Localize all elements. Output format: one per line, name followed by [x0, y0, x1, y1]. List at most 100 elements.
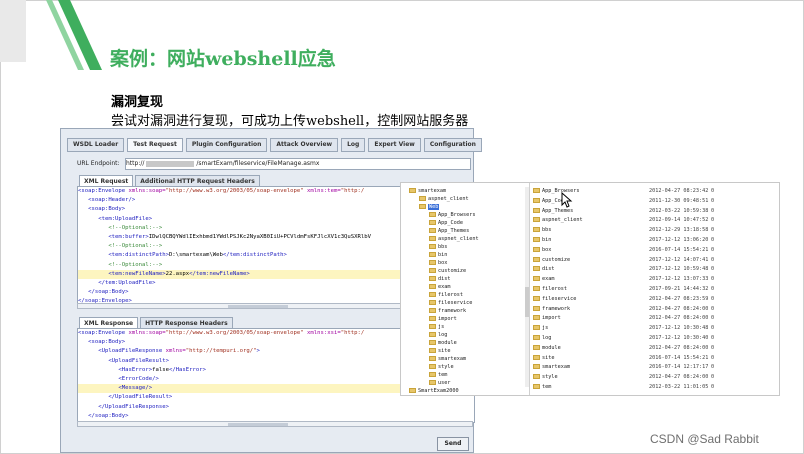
tab-log[interactable]: Log	[341, 138, 366, 152]
file-row[interactable]: filerost 2017-09-21 14:44:32 0	[533, 285, 779, 293]
tree-folder[interactable]: user	[429, 379, 451, 387]
tree-folder[interactable]: filerost	[429, 291, 463, 299]
tree-folder[interactable]: box	[429, 259, 447, 267]
folder-icon	[533, 276, 540, 282]
tree-folder[interactable]: aspnet_client	[429, 235, 479, 243]
tree-folder[interactable]: smartexam	[409, 187, 446, 195]
folder-icon	[429, 236, 436, 241]
folder-icon	[533, 227, 540, 233]
tree-folder[interactable]: js	[429, 323, 444, 331]
tree-folder[interactable]: dist	[429, 275, 451, 283]
folder-icon	[429, 332, 436, 337]
endpoint-label: URL Endpoint:	[77, 160, 120, 167]
tree-folder[interactable]: log	[429, 331, 447, 339]
tree-folder[interactable]: framework	[429, 307, 466, 315]
endpoint-input[interactable]: http:// /smartExam/fileservice/FileManage…	[125, 158, 471, 170]
tab-test-request[interactable]: Test Request	[127, 138, 183, 152]
folder-icon	[429, 348, 436, 353]
file-row[interactable]: style 2012-04-27 08:24:00 0	[533, 373, 779, 381]
folder-icon	[409, 388, 416, 393]
tree-folder[interactable]: smartexam	[429, 355, 466, 363]
tree-folder[interactable]: customize	[429, 267, 466, 275]
folder-icon	[419, 204, 426, 209]
tree-folder[interactable]: style	[429, 363, 454, 371]
file-row[interactable]: framework 2012-04-27 08:24:00 0	[533, 305, 779, 313]
tree-folder[interactable]: SmartExam2000	[409, 387, 459, 395]
folder-icon	[533, 266, 540, 272]
file-row[interactable]: smartexam 2016-07-14 12:17:17 0	[533, 363, 779, 371]
folder-icon	[429, 260, 436, 265]
tab-attack-overview[interactable]: Attack Overview	[270, 138, 339, 152]
folder-icon	[533, 207, 540, 213]
file-row[interactable]: aspnet_client 2012-09-14 10:47:52 0	[533, 216, 779, 224]
folder-icon	[429, 316, 436, 321]
file-row[interactable]: box 2016-07-14 15:54:21 0	[533, 246, 779, 254]
tree-folder[interactable]: App_Themes	[429, 227, 469, 235]
tab-plugin-configuration[interactable]: Plugin Configuration	[185, 138, 268, 152]
watermark: CSDN @Sad Rabbit	[650, 432, 759, 446]
folder-tree: smartexam aspnet_client Web App_Browsers App…	[401, 183, 530, 395]
tree-folder[interactable]: bbs	[429, 243, 447, 251]
tree-folder[interactable]: module	[429, 339, 457, 347]
response-tab-bar: XML Response HTTP Response Headers	[79, 317, 233, 330]
folder-icon	[429, 284, 436, 289]
tree-scrollbar[interactable]	[525, 187, 529, 387]
tree-folder[interactable]: App_Code	[429, 219, 463, 227]
tree-folder[interactable]: exam	[429, 283, 451, 291]
folder-icon	[533, 335, 540, 340]
folder-icon	[533, 364, 540, 370]
folder-icon	[429, 228, 436, 233]
main-tab-bar: WSDL Loader Test Request Plugin Configurat…	[67, 138, 482, 152]
folder-icon	[429, 292, 436, 297]
file-row[interactable]: bbs 2012-12-29 13:18:58 0	[533, 226, 779, 234]
folder-icon	[533, 315, 540, 321]
tab-expert-view[interactable]: Expert View	[368, 138, 421, 152]
file-row[interactable]: fileservice 2012-04-27 08:23:59 0	[533, 295, 779, 303]
folder-icon	[533, 188, 540, 193]
folder-icon	[533, 217, 540, 223]
folder-icon	[429, 244, 436, 249]
tree-folder[interactable]: tem	[429, 371, 447, 379]
folder-icon	[409, 188, 416, 193]
file-row[interactable]: tem 2012-03-22 11:01:05 0	[533, 383, 779, 391]
tree-folder[interactable]: fileservice	[429, 299, 472, 307]
file-row[interactable]: js 2017-12-12 10:30:48 0	[533, 324, 779, 332]
folder-icon	[429, 268, 436, 273]
folder-icon	[429, 212, 436, 217]
file-row[interactable]: exam 2017-12-12 13:07:33 0	[533, 275, 779, 283]
tree-folder[interactable]: site	[429, 347, 451, 355]
section-heading: 漏洞复现	[111, 95, 164, 110]
folder-icon	[429, 372, 436, 377]
file-explorer-window: smartexam aspnet_client Web App_Browsers App…	[400, 182, 780, 396]
folder-icon	[429, 356, 436, 361]
file-row[interactable]: site 2016-07-14 15:54:21 0	[533, 354, 779, 362]
tree-folder[interactable]: App_Browsers	[429, 211, 475, 219]
tree-folder[interactable]: aspnet_client	[419, 195, 469, 203]
tree-folder[interactable]: Web	[419, 203, 440, 211]
file-row[interactable]: bin 2017-12-12 13:06:20 0	[533, 236, 779, 244]
tree-folder[interactable]: bin	[429, 251, 447, 259]
request-tab-bar: XML Request Additional HTTP Request Heade…	[79, 175, 260, 188]
folder-icon	[533, 384, 540, 389]
file-row[interactable]: module 2012-04-27 08:24:00 0	[533, 344, 779, 352]
tree-folder[interactable]: import	[429, 315, 457, 323]
mouse-cursor-icon	[561, 192, 573, 208]
folder-icon	[533, 256, 540, 262]
folder-icon	[429, 380, 436, 385]
tab-wsdl-loader[interactable]: WSDL Loader	[67, 138, 125, 152]
file-row[interactable]: log 2017-12-12 10:30:40 0	[533, 334, 779, 342]
section-description: 尝试对漏洞进行复现，可成功上传webshell，控制网站服务器	[111, 114, 469, 129]
folder-icon	[533, 325, 540, 331]
folder-icon	[429, 324, 436, 329]
response-horizontal-scrollbar[interactable]	[77, 421, 473, 427]
file-row[interactable]: customize 2017-12-12 14:07:41 0	[533, 256, 779, 264]
file-list: App_Browsers 2012-04-27 08:23:42 0 App_Code…	[533, 183, 779, 395]
folder-icon	[533, 286, 540, 291]
folder-icon	[533, 237, 540, 242]
file-row[interactable]: import 2012-04-27 08:24:00 0	[533, 314, 779, 322]
endpoint-path: /smartExam/fileservice/FileManage.asmx	[196, 160, 320, 167]
send-button[interactable]: Send	[437, 437, 469, 451]
folder-icon	[533, 305, 540, 311]
tab-configuration[interactable]: Configuration	[423, 138, 482, 152]
file-row[interactable]: dist 2017-12-12 10:59:48 0	[533, 265, 779, 273]
